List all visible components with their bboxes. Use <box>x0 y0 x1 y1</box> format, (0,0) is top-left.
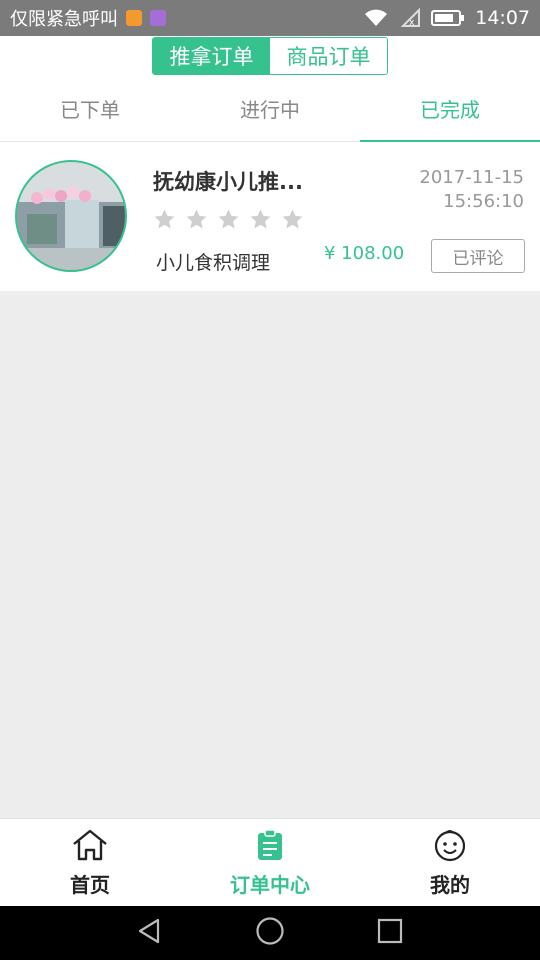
svg-text:x: x <box>409 18 415 28</box>
baby-face-icon <box>432 828 468 867</box>
segment-product-orders[interactable]: 商品订单 <box>270 38 387 74</box>
star-icon <box>186 209 207 229</box>
notification-app-icon <box>126 10 142 26</box>
tab-in-progress[interactable]: 进行中 <box>180 76 360 141</box>
recents-icon[interactable] <box>376 917 404 949</box>
star-icon <box>282 209 303 229</box>
clipboard-icon <box>256 828 284 867</box>
order-datetime: 2017-11-15 15:56:10 <box>419 166 524 214</box>
signal-icon: x <box>399 8 421 28</box>
bottom-nav: 首页 订单中心 我的 <box>0 818 540 906</box>
notification-gallery-icon <box>150 10 166 26</box>
star-icon <box>218 209 239 229</box>
order-time: 15:56:10 <box>443 191 524 212</box>
order-title: 抚幼康小儿推... <box>153 170 303 194</box>
order-type-switch: 推拿订单 商品订单 <box>152 37 388 75</box>
system-nav-bar <box>0 906 540 960</box>
nav-order-center-label: 订单中心 <box>230 872 310 897</box>
home-circle-icon[interactable] <box>255 916 285 950</box>
carrier-group: 仅限紧急呼叫 <box>10 5 166 31</box>
tab-placed[interactable]: 已下单 <box>0 76 180 141</box>
star-icon <box>154 209 175 229</box>
clock: 14:07 <box>475 7 530 29</box>
nav-home-label: 首页 <box>70 872 110 897</box>
tab-completed[interactable]: 已完成 <box>360 76 540 142</box>
order-date: 2017-11-15 <box>419 167 524 188</box>
nav-mine-label: 我的 <box>430 872 470 897</box>
rating-stars <box>153 208 304 231</box>
wifi-icon <box>363 8 389 28</box>
back-icon[interactable] <box>136 917 164 949</box>
carrier-text: 仅限紧急呼叫 <box>10 9 118 30</box>
battery-icon <box>431 9 465 27</box>
nav-home[interactable]: 首页 <box>0 819 180 906</box>
order-price: ¥ 108.00 <box>324 243 405 264</box>
star-icon <box>250 209 271 229</box>
order-status-tabs: 已下单 进行中 已完成 <box>0 76 540 142</box>
status-bar: 仅限紧急呼叫 x 14:07 <box>0 0 540 36</box>
status-right: x 14:07 <box>363 7 530 29</box>
order-card[interactable]: 抚幼康小儿推... 2017-11-15 15:56:10 小儿食积调理 ¥ 1… <box>0 142 540 291</box>
nav-order-center[interactable]: 订单中心 <box>180 819 360 906</box>
reviewed-button[interactable]: 已评论 <box>431 239 525 273</box>
store-photo <box>15 160 127 272</box>
order-service: 小儿食积调理 <box>156 252 271 274</box>
nav-mine[interactable]: 我的 <box>360 819 540 906</box>
home-icon <box>71 828 109 867</box>
header: 推拿订单 商品订单 <box>0 36 540 76</box>
segment-massage-orders[interactable]: 推拿订单 <box>153 38 270 74</box>
